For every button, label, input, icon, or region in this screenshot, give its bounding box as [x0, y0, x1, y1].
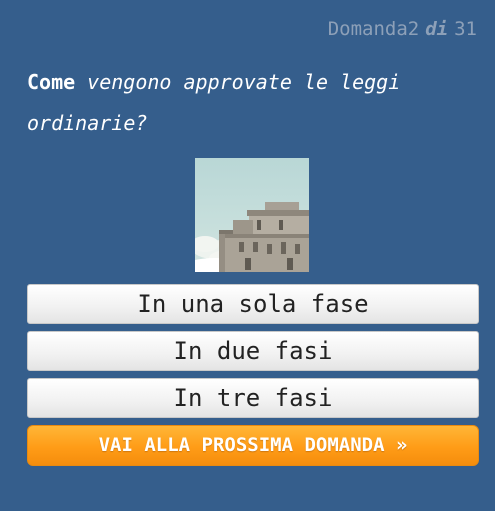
counter-prefix: Domanda2 [327, 18, 420, 40]
question-image [195, 158, 309, 272]
answer-option-3[interactable]: In tre fasi [27, 378, 479, 418]
counter-total: 31 [454, 18, 477, 40]
question-italic: vengono approvate le leggi ordinarie? [27, 70, 401, 135]
question-text: Come vengono approvate le leggi ordinarie… [27, 62, 477, 144]
counter-of: di [425, 18, 449, 40]
answer-option-2[interactable]: In due fasi [27, 331, 479, 371]
next-question-button[interactable]: VAI ALLA PROSSIMA DOMANDA » [27, 425, 479, 466]
answer-option-1[interactable]: In una sola fase [27, 284, 479, 324]
building-photo-icon [195, 202, 309, 272]
question-bold: Come [27, 70, 76, 94]
question-counter: Domanda2 di 31 [328, 18, 477, 40]
